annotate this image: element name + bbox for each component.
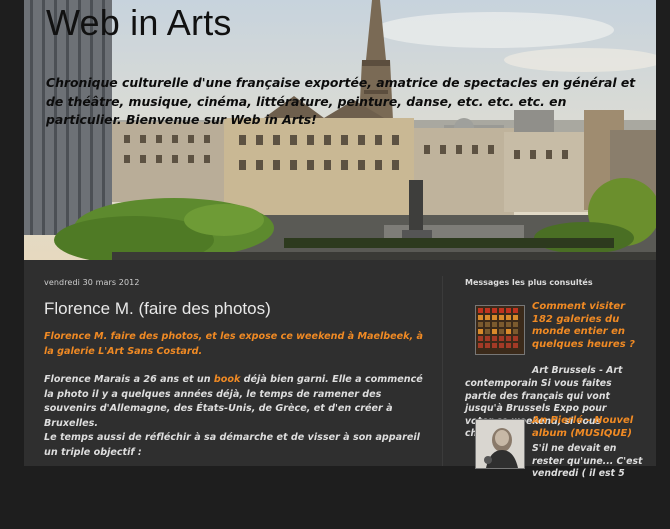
post-lead: Florence M. faire des photos, et les exp… bbox=[44, 331, 423, 357]
popular-post-title[interactable]: An Pierlé - Nouvel album (MUSIQUE) bbox=[532, 415, 644, 440]
gallery-poster-thumbnail[interactable] bbox=[475, 305, 525, 355]
post-text: Le temps aussi de réfléchir à sa démarch… bbox=[44, 432, 420, 458]
content-panel: vendredi 30 mars 2012 Florence M. (faire… bbox=[24, 260, 656, 479]
post-date: vendredi 30 mars 2012 bbox=[44, 278, 140, 287]
column-divider bbox=[442, 276, 443, 466]
post-paragraph: Florence Marais a 26 ans et un book déjà… bbox=[44, 373, 429, 460]
post-body: Florence M. faire des photos, et les exp… bbox=[44, 330, 429, 460]
popular-post-title[interactable]: Comment visiter 182 galeries du monde en… bbox=[532, 301, 644, 351]
popular-posts-title: Messages les plus consultés bbox=[465, 278, 593, 287]
singer-photo-thumbnail[interactable] bbox=[475, 419, 525, 469]
sidebar: Messages les plus consultés Comment visi… bbox=[465, 278, 645, 529]
blog-header: Web in Arts Chronique culturelle d'une f… bbox=[24, 0, 656, 260]
popular-post-item[interactable]: An Pierlé - Nouvel album (MUSIQUE) S'il … bbox=[465, 415, 645, 529]
popular-post-snippet: S'il ne devait en rester qu'une... C'est… bbox=[532, 443, 643, 479]
popular-post-item[interactable]: Comment visiter 182 galeries du monde en… bbox=[465, 301, 645, 439]
blog-title[interactable]: Web in Arts bbox=[46, 2, 232, 44]
main-column: vendredi 30 mars 2012 Florence M. (faire… bbox=[44, 278, 429, 474]
post-text: Florence Marais a 26 ans et un bbox=[44, 374, 214, 385]
blog-page: Web in Arts Chronique culturelle d'une f… bbox=[0, 0, 670, 479]
book-link[interactable]: book bbox=[214, 374, 240, 385]
popular-post-snippet: Art Brussels - Art bbox=[532, 365, 623, 376]
post-title[interactable]: Florence M. (faire des photos) bbox=[44, 299, 429, 319]
blog-description: Chronique culturelle d'une française exp… bbox=[46, 75, 636, 127]
